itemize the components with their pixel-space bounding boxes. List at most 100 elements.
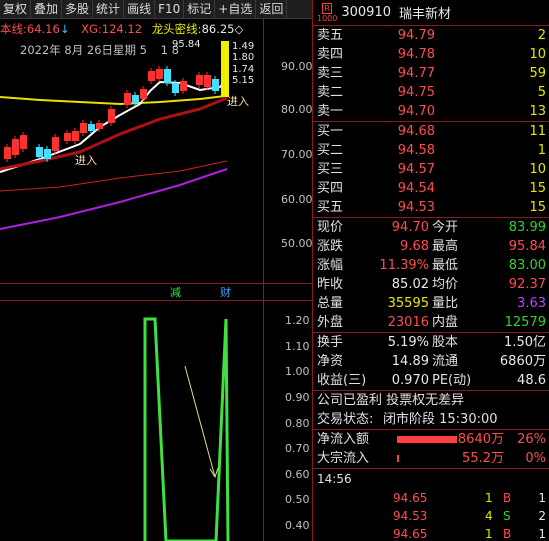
ma-line-darkred bbox=[0, 96, 228, 171]
price-axis-tick: 50.00 bbox=[281, 237, 313, 250]
candle-body bbox=[156, 69, 163, 79]
quote-label: 内盘 bbox=[432, 315, 459, 330]
quote-label: 最高 bbox=[432, 239, 459, 254]
candle-body bbox=[172, 83, 179, 93]
trade-side: S bbox=[503, 509, 511, 523]
add-watchlist-button[interactable]: +自选 bbox=[215, 0, 257, 19]
quote-value: 85.02 bbox=[391, 277, 429, 292]
fundamental-value: 6860万 bbox=[499, 354, 546, 369]
fundamental-label: 收益(三) bbox=[317, 373, 367, 388]
sub-axis-tick: 0.70 bbox=[285, 442, 310, 455]
signal-enter-label: 进入 bbox=[75, 154, 97, 167]
trade-price: 94.65 bbox=[393, 491, 428, 505]
trade-side: B bbox=[503, 527, 512, 541]
draw-line-button[interactable]: 画线 bbox=[124, 0, 156, 19]
peak-price-label: 95.84 bbox=[172, 39, 201, 50]
candle-body bbox=[44, 149, 51, 159]
fundamental-value: 48.6 bbox=[517, 373, 546, 388]
trade-count: 1 bbox=[538, 527, 546, 541]
ask-row[interactable]: 卖三 94.77 59 bbox=[313, 64, 549, 83]
fundamental-label: 换手 bbox=[317, 335, 344, 350]
quote-value: 92.37 bbox=[508, 277, 546, 292]
quote-value: 83.00 bbox=[508, 258, 546, 273]
back-button[interactable]: 返回 bbox=[256, 0, 288, 19]
statistics-button[interactable]: 统计 bbox=[93, 0, 125, 19]
bid-row[interactable]: 买五 94.53 15 bbox=[313, 198, 549, 217]
bid-row[interactable]: 买一 94.68 11 bbox=[313, 122, 549, 141]
fund-flow: 净流入额 8640万 26% 大宗流入 55.2万 0% bbox=[313, 430, 549, 468]
candle-body bbox=[64, 133, 71, 141]
quote-label: 现价 bbox=[317, 220, 344, 235]
mark-button[interactable]: 标记 bbox=[184, 0, 216, 19]
peak-label-2: 1.80 bbox=[232, 52, 255, 63]
event-reduce-label: 减 bbox=[170, 286, 181, 299]
quote-label: 总量 bbox=[317, 296, 344, 311]
sub-axis-tick: 1.20 bbox=[285, 314, 310, 327]
bid-row[interactable]: 买二 94.58 1 bbox=[313, 141, 549, 160]
candle-body bbox=[148, 71, 155, 81]
quote-row: 现价 94.70 今开 83.99 bbox=[313, 218, 549, 237]
flow-value: 8640万 bbox=[457, 432, 504, 447]
quote-value: 94.70 bbox=[391, 220, 429, 235]
event-finance-label: 财 bbox=[220, 286, 231, 299]
sub-axis-tick: 0.90 bbox=[285, 391, 310, 404]
quote-label: 昨收 bbox=[317, 277, 344, 292]
quote-row: 外盘 23016 内盘 12579 bbox=[313, 313, 549, 332]
price-axis-tick: 60.00 bbox=[281, 193, 313, 206]
candle-body bbox=[196, 75, 203, 85]
bid-row[interactable]: 买四 94.54 15 bbox=[313, 179, 549, 198]
ask-row[interactable]: 卖四 94.78 10 bbox=[313, 45, 549, 64]
ma-line-purple bbox=[0, 168, 228, 230]
quote-value: 35595 bbox=[387, 296, 429, 311]
flow-bar bbox=[397, 436, 457, 443]
kline-chart[interactable]: 本线:64.16↓ XG:124.12 龙头密线:86.25◇ 2022年 8月… bbox=[0, 19, 313, 541]
fundamental-row: 收益(三) 0.970 PE(动) 48.6 bbox=[313, 371, 549, 390]
company-info: 公司已盈利 投票权无差异 bbox=[317, 393, 465, 408]
multi-stock-button[interactable]: 多股 bbox=[62, 0, 94, 19]
quote-value: 9.68 bbox=[400, 239, 429, 254]
candle-body bbox=[140, 89, 147, 99]
quote-value: 11.39% bbox=[379, 258, 429, 273]
ask-row[interactable]: 卖一 94.70 13 bbox=[313, 102, 549, 121]
trend-arrow bbox=[184, 365, 216, 478]
fundamental-row: 净资 14.89 流通 6860万 bbox=[313, 352, 549, 371]
bid-row[interactable]: 买三 94.57 10 bbox=[313, 160, 549, 179]
price-axis-tick: 70.00 bbox=[281, 148, 313, 161]
candle-body bbox=[204, 75, 211, 87]
quote-stats: 现价 94.70 今开 83.99 涨跌 9.68 最高 95.84 涨幅 11.39% 最低 83.… bbox=[313, 218, 549, 332]
overlay-button[interactable]: 叠加 bbox=[31, 0, 63, 19]
trade-count: 1 bbox=[538, 491, 546, 505]
candle-body bbox=[20, 135, 27, 149]
candle-body bbox=[96, 123, 103, 129]
quote-row: 涨幅 11.39% 最低 83.00 bbox=[313, 256, 549, 275]
sub-axis-tick: 0.40 bbox=[285, 519, 310, 532]
peak-label-4: 5.15 bbox=[232, 75, 255, 86]
fuquan-button[interactable]: 复权 bbox=[0, 0, 32, 19]
candle-body bbox=[4, 147, 11, 159]
ma-line-white bbox=[0, 78, 228, 173]
toolbar: 复权 叠加 多股 统计 画线 F10 标记 +自选 返回 bbox=[0, 0, 312, 19]
trade-row: 94.65 1 B 1 bbox=[313, 525, 549, 541]
quote-row: 昨收 85.02 均价 92.37 bbox=[313, 275, 549, 294]
ask-row[interactable]: 卖五 94.79 2 bbox=[313, 26, 549, 45]
ask-row[interactable]: 卖二 94.75 5 bbox=[313, 83, 549, 102]
trade-side: B bbox=[503, 491, 512, 505]
sub-axis-tick: 0.50 bbox=[285, 493, 310, 506]
trade-volume: 1 bbox=[485, 527, 493, 541]
quote-label: 涨跌 bbox=[317, 239, 344, 254]
quote-row: 总量 35595 量比 3.63 bbox=[313, 294, 549, 313]
ask-book: 卖五 94.79 2 卖四 94.78 10 卖三 94.77 59 卖二 94.75 5 卖一… bbox=[313, 26, 549, 121]
quote-label: 均价 bbox=[432, 277, 459, 292]
fundamental-label: 流通 bbox=[432, 354, 459, 369]
candle-limit-up bbox=[221, 41, 229, 97]
flow-value: 55.2万 bbox=[462, 451, 504, 466]
flow-pct: 26% bbox=[517, 432, 546, 447]
price-axis-tick: 80.00 bbox=[281, 103, 313, 116]
f10-button[interactable]: F10 bbox=[155, 0, 185, 19]
trade-row: 94.53 4 S 2 bbox=[313, 507, 549, 525]
quote-panel: R 1000 300910 瑞丰新材 卖五 94.79 2 卖四 94.78 10 卖三 9… bbox=[312, 0, 549, 541]
bid-book: 买一 94.68 11 买二 94.58 1 买三 94.57 10 买四 94.54 15 买… bbox=[313, 122, 549, 217]
peak-label-1: 1.49 bbox=[232, 41, 255, 52]
quote-label: 今开 bbox=[432, 220, 459, 235]
flow-pct: 0% bbox=[525, 451, 546, 466]
